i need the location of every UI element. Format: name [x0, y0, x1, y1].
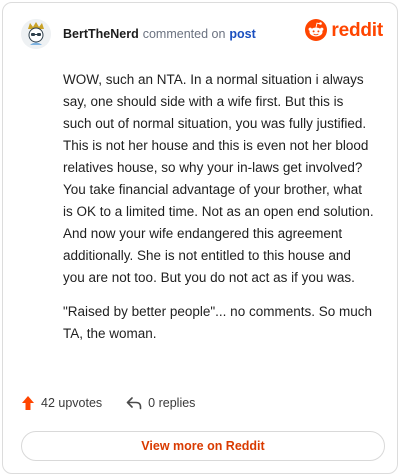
comment-meta: BertTheNerd commented on post [63, 27, 256, 41]
upvote-arrow-icon [22, 396, 34, 410]
reddit-brand[interactable]: reddit [305, 19, 383, 41]
view-more-button[interactable]: View more on Reddit [21, 431, 385, 461]
comment-stats: 42 upvotes 0 replies [21, 395, 195, 411]
avatar-icon [21, 19, 51, 49]
comment-paragraph: WOW, such an NTA. In a normal situation … [63, 72, 374, 285]
replies-button[interactable]: 0 replies [126, 396, 195, 410]
reddit-logo-icon [305, 19, 328, 41]
user-avatar[interactable] [21, 19, 51, 49]
comment-body: WOW, such an NTA. In a normal situation … [63, 69, 375, 357]
comment-card: BertTheNerd commented on post reddit WOW… [2, 2, 398, 474]
reply-arrow-icon [126, 397, 142, 410]
replies-count: 0 replies [148, 396, 196, 410]
brand-name: reddit [331, 19, 383, 41]
comment-paragraph: "Raised by better people"... no comments… [63, 304, 372, 341]
upvotes-count: 42 upvotes [41, 396, 103, 410]
upvote-button[interactable]: 42 upvotes [21, 395, 102, 411]
post-link[interactable]: post [229, 27, 255, 41]
username[interactable]: BertTheNerd [63, 27, 139, 41]
action-text: commented on [142, 27, 226, 41]
